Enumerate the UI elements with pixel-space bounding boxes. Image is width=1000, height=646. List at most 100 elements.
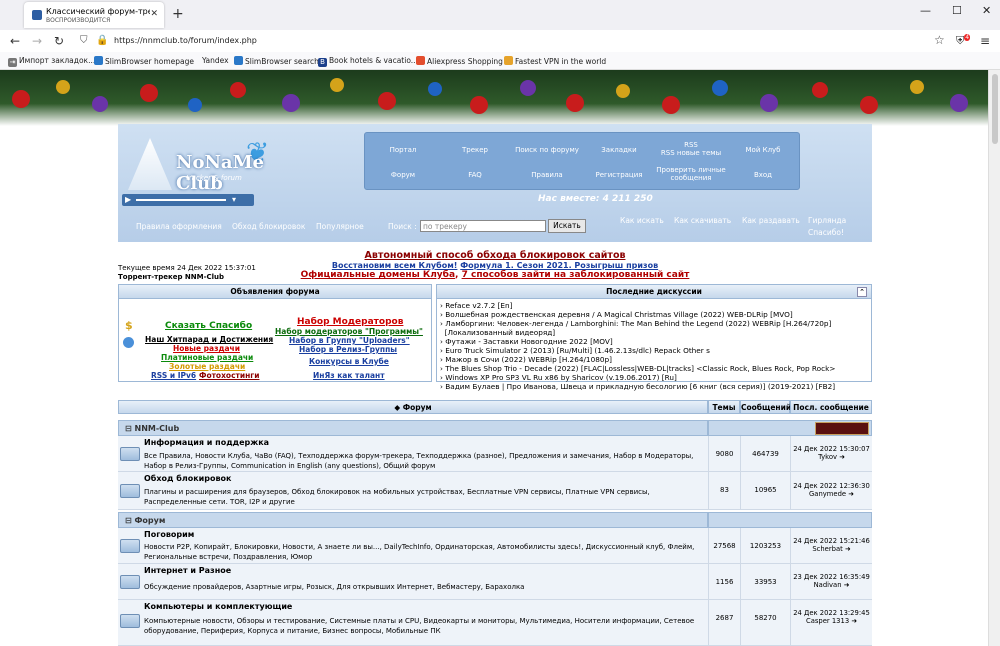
extensions-icon[interactable]: ⛨4 <box>956 34 971 48</box>
tracker-search-input[interactable]: по трекеру <box>420 220 546 232</box>
rss-ipv6-link[interactable]: RSS и IPv6 <box>151 371 196 380</box>
forum-title[interactable]: Поговорим <box>144 530 194 539</box>
menu-rss[interactable]: RSS RSS новые темы <box>655 141 727 157</box>
collapse-minus-icon[interactable]: ⊟ <box>125 516 132 525</box>
new-tab-button[interactable]: + <box>172 6 184 22</box>
table-row[interactable]: Обход блокировок Плагины и расширения дл… <box>118 472 872 510</box>
menu-faq[interactable]: FAQ <box>439 171 511 179</box>
search-button[interactable]: Искать <box>548 219 586 233</box>
platinum-link[interactable]: Платиновые раздачи <box>161 353 253 362</box>
subforum-list[interactable]: Обсуждение провайдеров, Азартные игры, Р… <box>144 582 704 592</box>
subforum-list[interactable]: Компьютерные новости, Обзоры и тестирова… <box>144 616 704 636</box>
audio-player[interactable]: ▶ ▾ <box>122 194 254 206</box>
contests-link[interactable]: Конкурсы в Клубе <box>309 357 389 366</box>
forum-title[interactable]: Интернет и Разное <box>144 566 231 575</box>
site-logo[interactable]: ❦ NoNaMe Club tracker & forum <box>126 134 286 194</box>
goto-post-icon[interactable]: ➜ <box>844 581 850 589</box>
last-post-user[interactable]: Casper 1313 <box>806 617 849 625</box>
forum-title[interactable]: Компьютеры и комплектующие <box>144 602 292 611</box>
menu-register[interactable]: Регистрация <box>583 171 655 179</box>
page-scrollbar[interactable] <box>988 70 1000 646</box>
back-icon[interactable]: ← <box>10 34 20 48</box>
link-garland[interactable]: Гирлянда <box>808 216 846 225</box>
link-popular[interactable]: Популярное <box>316 222 364 231</box>
scrollbar-thumb[interactable] <box>992 74 998 144</box>
bookmark-item[interactable]: SlimBrowser homepage <box>94 56 194 66</box>
discussion-item[interactable]: › Windows XP Pro SP3 VL Ru x86 by Sharic… <box>440 373 860 382</box>
table-row[interactable]: Интернет и Разное Обсуждение провайдеров… <box>118 564 872 600</box>
url-text[interactable]: https://nnmclub.to/forum/index.php <box>114 36 257 45</box>
table-row[interactable]: Информация и поддержка Все Правила, Ново… <box>118 436 872 472</box>
programs-recruit-link[interactable]: Набор модераторов "Программы" <box>275 327 423 336</box>
goto-post-icon[interactable]: ➜ <box>839 453 845 461</box>
play-icon[interactable]: ▶ <box>125 195 131 204</box>
discussion-item[interactable]: › Вадим Булаев | Про Иванова, Швеца и пр… <box>440 382 860 391</box>
bookmark-item[interactable]: Fastest VPN in the world <box>504 56 606 66</box>
reload-icon[interactable]: ↻ <box>54 34 64 48</box>
subforum-list[interactable]: Новости P2P, Копирайт, Блокировки, Новос… <box>144 542 704 562</box>
link-how-download[interactable]: Как скачивать <box>674 216 731 225</box>
bookmark-item[interactable]: Yandex <box>202 56 229 65</box>
browser-tab[interactable]: Классический форум-трекер ВОСПРОИЗВОДИТС… <box>24 2 164 28</box>
link-how-search[interactable]: Как искать <box>620 216 664 225</box>
discussion-item[interactable]: › Мажор в Сочи (2022) WEBRip [H.264/1080… <box>440 355 860 364</box>
menu-tracker[interactable]: Трекер <box>439 146 511 154</box>
moderators-recruit-link[interactable]: Набор Модераторов <box>297 317 403 327</box>
link-how-upload[interactable]: Как раздавать <box>742 216 800 225</box>
bookmark-item[interactable]: Aliexpress Shopping <box>416 56 503 66</box>
collapse-icon[interactable]: ⌃ <box>857 287 867 297</box>
forward-icon[interactable]: → <box>32 34 42 48</box>
discussion-item[interactable]: › Волшебная рождественская деревня / A M… <box>440 310 860 319</box>
uploaders-recruit-link[interactable]: Набор в Группу "Uploaders" <box>289 336 410 345</box>
table-row[interactable]: Поговорим Новости P2P, Копирайт, Блокиро… <box>118 528 872 564</box>
last-post-user[interactable]: Scherbat <box>812 545 842 553</box>
goto-post-icon[interactable]: ➜ <box>845 545 851 553</box>
announce-f1[interactable]: Формула 1. Сезон 2021. Розыгрыш призов <box>460 261 658 270</box>
goto-post-icon[interactable]: ➜ <box>851 617 857 625</box>
address-bar[interactable]: ⛉ 🔒 https://nnmclub.to/forum/index.php ☆ <box>72 32 952 50</box>
discussion-item[interactable]: [Локализованный видеоряд] <box>440 328 860 337</box>
hitparade-link[interactable]: Наш Хитпарад и Достижения <box>145 335 273 344</box>
menu-check-messages[interactable]: Проверить личные сообщения <box>655 166 727 182</box>
close-tab-icon[interactable]: ✕ <box>150 9 158 19</box>
link-rules-format[interactable]: Правила оформления <box>136 222 222 231</box>
discussion-item[interactable]: › Ламборгини: Человек-легенда / Lamborgh… <box>440 319 860 328</box>
menu-portal[interactable]: Портал <box>367 146 439 154</box>
category-forum[interactable]: ⊟ Форум <box>118 512 708 528</box>
release-groups-link[interactable]: Набор в Релиз-Группы <box>299 345 397 354</box>
announce-restore[interactable]: Восстановим всем Клубом! <box>332 261 458 270</box>
new-releases-link[interactable]: Новые раздачи <box>173 344 240 353</box>
collapse-minus-icon[interactable]: ⊟ <box>125 424 132 433</box>
languages-link[interactable]: ИнЯз как талант <box>313 371 385 380</box>
bookmark-star-icon[interactable]: ☆ <box>934 33 945 47</box>
forum-title[interactable]: Обход блокировок <box>144 474 231 483</box>
menu-bookmarks[interactable]: Закладки <box>583 146 655 154</box>
link-thanks[interactable]: Спасибо! <box>808 228 844 237</box>
category-nnm-club[interactable]: ⊟ NNM-Club <box>118 420 708 436</box>
menu-forum[interactable]: Форум <box>367 171 439 179</box>
shield-icon[interactable]: ⛉ <box>80 35 88 46</box>
last-post-user[interactable]: Tykov <box>818 453 837 461</box>
bookmark-item[interactable]: B Book hotels & vacatio... <box>318 56 418 67</box>
subforum-list[interactable]: Плагины и расширения для браузеров, Обхо… <box>144 487 704 507</box>
bookmark-item[interactable]: ⇥ Импорт закладок... <box>8 56 95 67</box>
discussion-item[interactable]: › The Blues Shop Trio - Decade (2022) [F… <box>440 364 860 373</box>
volume-icon[interactable]: ▾ <box>232 195 236 204</box>
player-progress[interactable] <box>136 199 226 201</box>
banner-logo[interactable] <box>815 422 869 435</box>
subforum-list[interactable]: Все Правила, Новости Клуба, ЧаВо (FAQ), … <box>144 451 704 471</box>
menu-my-club[interactable]: Мой Клуб <box>727 146 799 154</box>
forum-title[interactable]: Информация и поддержка <box>144 438 269 447</box>
say-thanks-link[interactable]: Сказать Спасибо <box>165 321 252 331</box>
maximize-icon[interactable]: ☐ <box>952 4 962 17</box>
last-post-user[interactable]: Nadivan <box>814 581 842 589</box>
table-row[interactable]: Компьютеры и комплектующие Компьютерные … <box>118 600 872 646</box>
menu-login[interactable]: Вход <box>727 171 799 179</box>
discussion-item[interactable]: › Euro Truck Simulator 2 (2013) [Ru/Mult… <box>440 346 860 355</box>
menu-icon[interactable]: ≡ <box>980 34 990 48</box>
menu-forum-search[interactable]: Поиск по форуму <box>511 146 583 154</box>
discussion-item[interactable]: › Футажи - Заставки Новогодние 2022 [MOV… <box>440 337 860 346</box>
photohosting-link[interactable]: Фотохостинги <box>199 371 259 380</box>
announce-line1[interactable]: Автономный способ обхода блокировок сайт… <box>118 250 872 261</box>
goto-post-icon[interactable]: ➜ <box>848 490 854 498</box>
